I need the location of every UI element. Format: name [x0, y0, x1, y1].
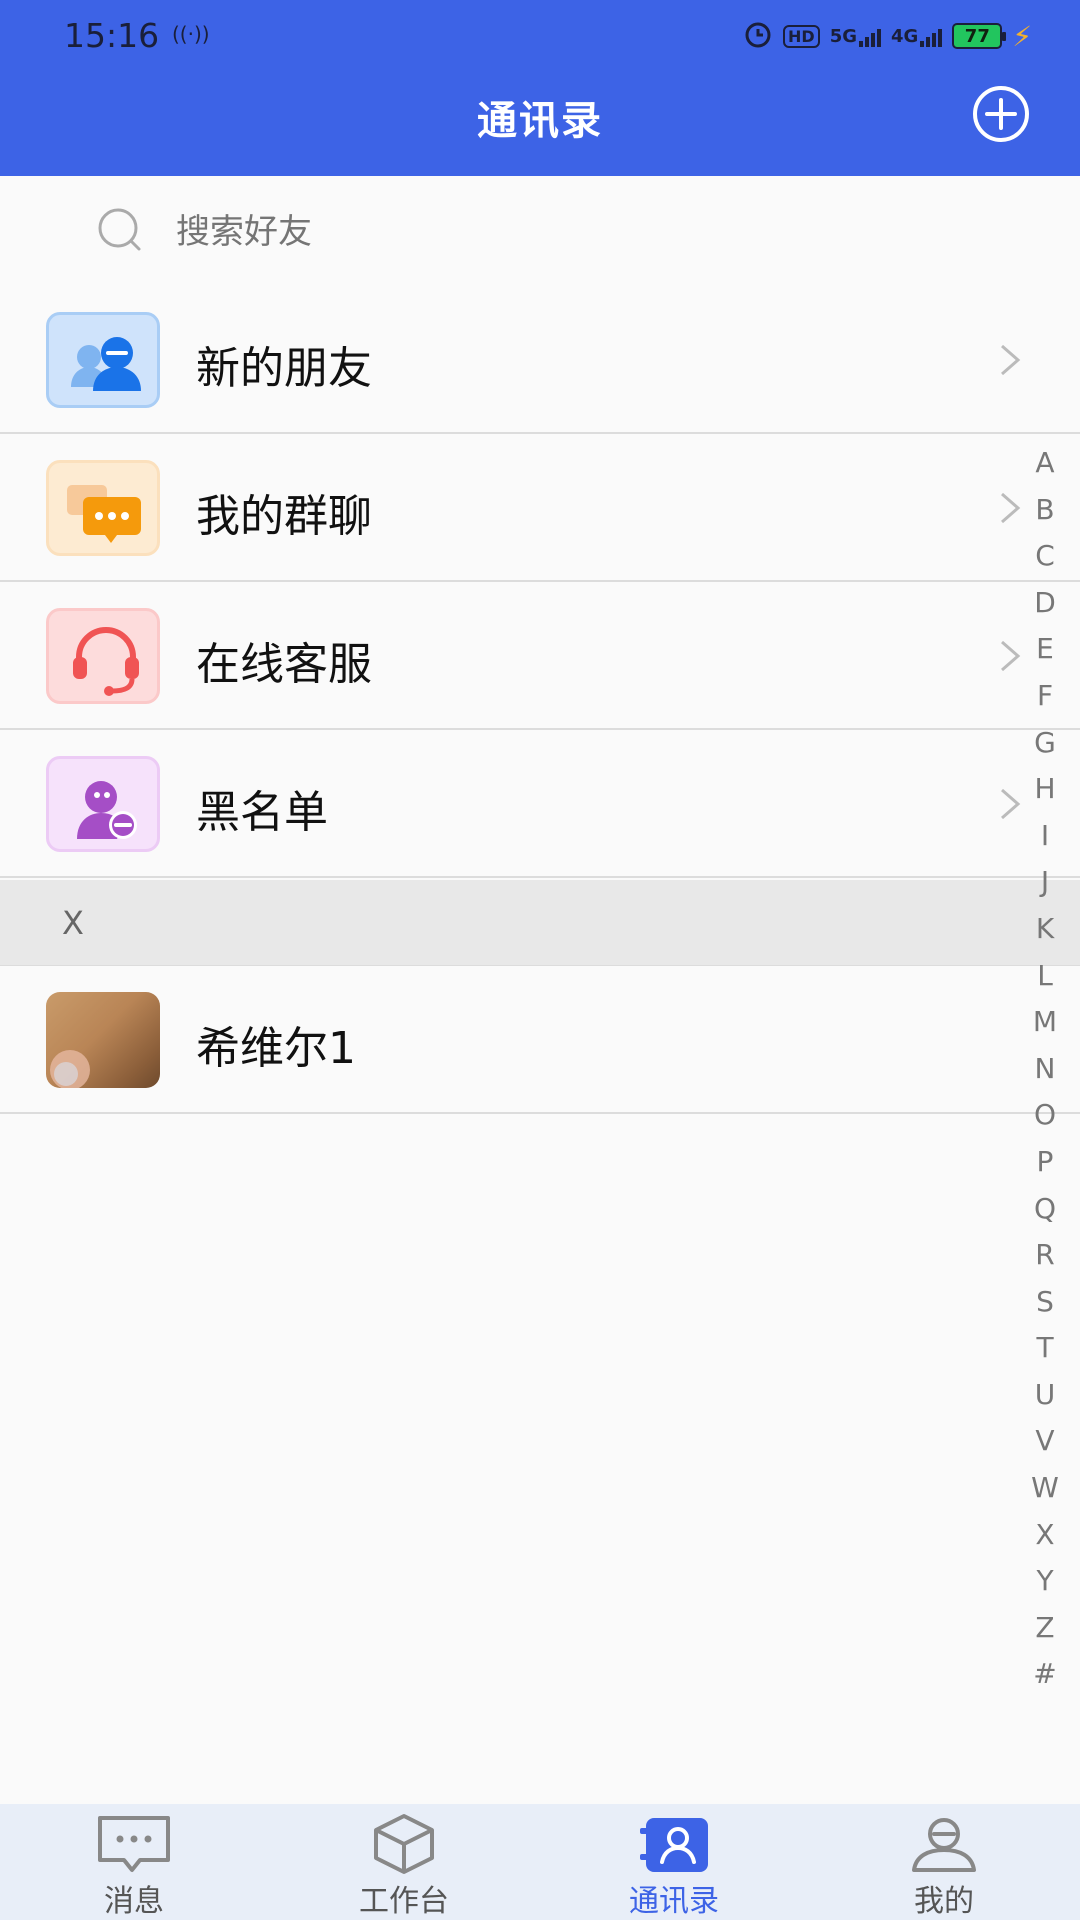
index-letter[interactable]: B: [1035, 487, 1054, 534]
section-letter: X: [62, 904, 84, 942]
index-letter[interactable]: Z: [1035, 1605, 1054, 1652]
search-bar[interactable]: [0, 176, 1080, 286]
index-letter[interactable]: D: [1034, 580, 1056, 627]
index-letter[interactable]: J: [1041, 859, 1049, 906]
tab-contacts[interactable]: 通讯录: [574, 1804, 774, 1920]
search-icon: [98, 208, 141, 251]
status-bar: 15:16 ((·)) HD 5G 4G 77 ⚡: [0, 0, 1080, 72]
signal-5g: 5G: [830, 25, 882, 47]
header: 15:16 ((·)) HD 5G 4G 77 ⚡ 通讯录: [0, 0, 1080, 176]
signal-4g: 4G: [891, 25, 943, 47]
new-friends-icon: [46, 312, 160, 408]
index-letter[interactable]: R: [1035, 1232, 1054, 1279]
avatar: [46, 992, 160, 1088]
tab-label: 通讯录: [629, 1884, 719, 1919]
alphabet-index[interactable]: A B C D E F G H I J K L M N O P Q R S T U V W X Y Z #: [1020, 440, 1070, 1698]
menu-item-label: 新的朋友: [196, 343, 372, 394]
charging-icon: ⚡: [1012, 19, 1032, 53]
index-letter[interactable]: S: [1036, 1279, 1054, 1326]
contact-name: 希维尔1: [196, 1023, 356, 1074]
hd-icon: HD: [783, 24, 820, 48]
index-letter[interactable]: W: [1031, 1465, 1059, 1512]
index-letter[interactable]: Q: [1034, 1186, 1056, 1233]
tab-label: 我的: [914, 1884, 974, 1919]
index-letter[interactable]: N: [1035, 1046, 1056, 1093]
index-letter[interactable]: X: [1035, 1512, 1054, 1559]
tab-profile[interactable]: 我的: [844, 1804, 1044, 1920]
index-letter[interactable]: L: [1037, 953, 1053, 1000]
menu-item-customer-service[interactable]: 在线客服: [0, 582, 1080, 730]
status-time: 15:16: [64, 16, 160, 55]
index-letter[interactable]: G: [1034, 720, 1056, 767]
index-letter[interactable]: Y: [1036, 1558, 1053, 1605]
chevron-right-icon: [1001, 344, 1021, 376]
index-letter[interactable]: T: [1036, 1325, 1053, 1372]
tab-workbench[interactable]: 工作台: [304, 1804, 504, 1920]
plus-circle-icon: [973, 86, 1029, 142]
add-button[interactable]: [970, 86, 1032, 142]
page-title: 通讯录: [477, 98, 603, 144]
hotspot-icon: ((·)): [172, 22, 210, 46]
contacts-icon: [640, 1818, 708, 1872]
index-letter[interactable]: #: [1033, 1651, 1056, 1698]
index-letter[interactable]: F: [1037, 673, 1053, 720]
index-letter[interactable]: H: [1034, 766, 1055, 813]
section-header: X: [0, 880, 1080, 966]
tab-messages[interactable]: 消息: [34, 1804, 234, 1920]
index-letter[interactable]: O: [1034, 1092, 1056, 1139]
index-letter[interactable]: C: [1035, 533, 1055, 580]
menu-item-label: 我的群聊: [196, 491, 372, 542]
index-letter[interactable]: E: [1036, 626, 1054, 673]
index-letter[interactable]: V: [1035, 1418, 1054, 1465]
headset-icon: [46, 608, 160, 704]
index-letter[interactable]: P: [1037, 1139, 1054, 1186]
tab-label: 工作台: [359, 1884, 449, 1919]
index-letter[interactable]: I: [1041, 813, 1049, 860]
tab-bar: 消息 工作台 通讯录 我的: [0, 1804, 1080, 1920]
status-icons: HD 5G 4G 77 ⚡: [743, 18, 1032, 54]
menu-item-blacklist[interactable]: 黑名单: [0, 730, 1080, 878]
index-letter[interactable]: M: [1033, 999, 1057, 1046]
index-letter[interactable]: U: [1035, 1372, 1056, 1419]
menu-item-group-chat[interactable]: 我的群聊: [0, 434, 1080, 582]
contact-item[interactable]: 希维尔1: [0, 966, 1080, 1114]
index-letter[interactable]: A: [1035, 440, 1054, 487]
search-input[interactable]: [176, 204, 876, 260]
menu-item-new-friends[interactable]: 新的朋友: [0, 286, 1080, 434]
menu-item-label: 黑名单: [196, 787, 328, 838]
workbench-icon: [374, 1814, 434, 1874]
index-letter[interactable]: K: [1036, 906, 1054, 953]
profile-icon: [912, 1818, 976, 1872]
alarm-icon: [743, 19, 773, 54]
group-chat-icon: [46, 460, 160, 556]
menu-item-label: 在线客服: [196, 639, 372, 690]
tab-label: 消息: [104, 1884, 164, 1919]
blacklist-icon: [46, 756, 160, 852]
message-icon: [98, 1816, 170, 1872]
battery-indicator: 77: [952, 23, 1007, 49]
